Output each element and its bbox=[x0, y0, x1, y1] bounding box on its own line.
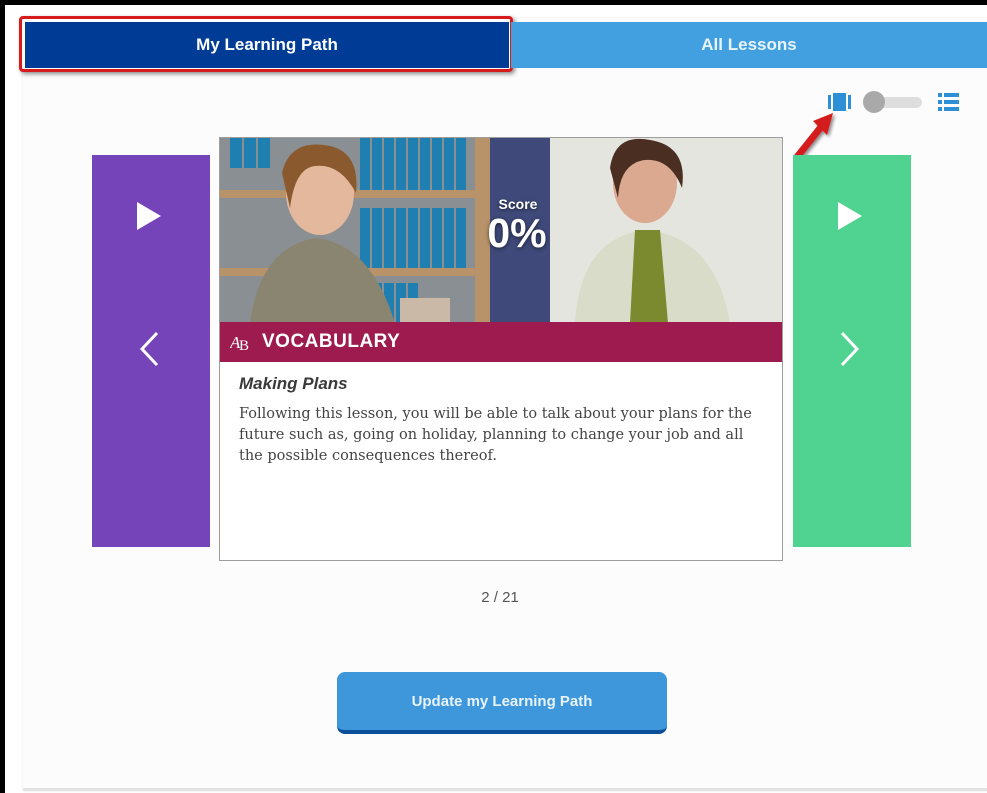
chevron-right-icon[interactable] bbox=[839, 329, 861, 369]
category-label: VOCABULARY bbox=[262, 331, 401, 352]
play-icon[interactable] bbox=[836, 201, 864, 231]
svg-text:B: B bbox=[239, 338, 249, 353]
previous-lesson-card[interactable] bbox=[92, 155, 210, 547]
lesson-title: Making Plans bbox=[239, 374, 348, 393]
lesson-description: Following this lesson, you will be able … bbox=[239, 406, 752, 464]
tab-all-lessons[interactable]: All Lessons bbox=[511, 22, 987, 68]
ab-logo-icon: A B bbox=[230, 333, 249, 353]
chevron-left-icon[interactable] bbox=[138, 329, 160, 369]
score-value: 0% bbox=[487, 210, 547, 256]
current-lesson-card[interactable]: Score 0% A B VOCABULARY Making Plans Fol… bbox=[219, 137, 783, 561]
update-learning-path-button[interactable]: Update my Learning Path bbox=[337, 672, 667, 734]
app-frame: My Learning Path All Lessons Score 0% A … bbox=[5, 5, 987, 793]
pager-indicator: 2 / 21 bbox=[481, 589, 519, 606]
tab-highlight-outline bbox=[19, 16, 513, 72]
list-view-icon[interactable] bbox=[938, 93, 959, 111]
category-bar: A B VOCABULARY bbox=[220, 322, 782, 362]
next-lesson-card[interactable] bbox=[793, 155, 911, 547]
view-toggle-knob[interactable] bbox=[863, 91, 885, 113]
play-icon[interactable] bbox=[135, 201, 163, 231]
